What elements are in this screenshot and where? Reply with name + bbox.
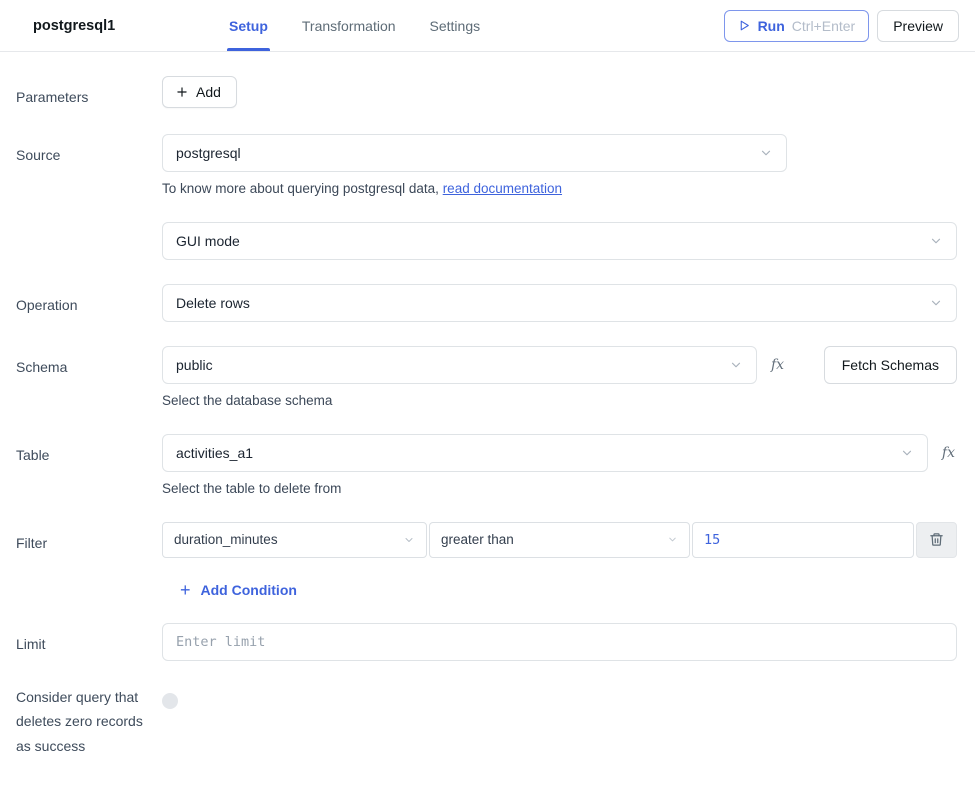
add-parameter-button[interactable]: Add [162,76,237,108]
trash-icon [929,532,944,547]
source-helper-text: To know more about querying postgresql d… [162,181,957,196]
schema-label: Schema [16,346,162,408]
operation-select[interactable]: Delete rows [162,284,957,322]
tab-bar: Setup Transformation Settings [229,0,480,51]
parameters-row: Parameters Add [16,76,957,110]
source-selected-value: postgresql [176,145,241,161]
query-setup-form: Parameters Add Source postgresql To know… [0,52,975,759]
tab-setup[interactable]: Setup [229,0,268,51]
tab-transformation[interactable]: Transformation [302,0,396,51]
run-label: Run [758,18,785,34]
query-header: postgresql1 Setup Transformation Setting… [0,0,975,52]
run-shortcut: Ctrl+Enter [792,18,855,34]
table-label: Table [16,434,162,496]
filter-row: Filter duration_minutes greater than [16,522,957,599]
chevron-down-icon [667,534,678,545]
query-title: postgresql1 [33,18,229,34]
play-icon [738,19,751,32]
schema-row: Schema public fx Fetch Schemas Select th… [16,346,957,408]
fx-toggle-table[interactable]: fx [928,445,957,461]
chevron-down-icon [729,358,743,372]
source-row: Source postgresql To know more about que… [16,134,957,196]
chevron-down-icon [900,446,914,460]
filter-operator-value: greater than [441,532,514,547]
filter-column-value: duration_minutes [174,532,278,547]
delete-condition-button[interactable] [916,522,957,558]
add-condition-button[interactable]: + Add Condition [180,581,297,599]
chevron-down-icon [759,146,773,160]
run-button[interactable]: Run Ctrl+Enter [724,10,870,42]
limit-label: Limit [16,623,162,661]
schema-select[interactable]: public [162,346,757,384]
add-parameter-label: Add [196,84,221,100]
parameters-label: Parameters [16,76,162,110]
operation-row: Operation Delete rows [16,284,957,322]
mode-select[interactable]: GUI mode [162,222,957,260]
table-row: Table activities_a1 fx Select the table … [16,434,957,496]
schema-helper-text: Select the database schema [162,393,957,408]
filter-label: Filter [16,522,162,599]
zero-success-toggle[interactable] [162,693,178,709]
source-label: Source [16,134,162,196]
mode-selected-value: GUI mode [176,233,240,249]
limit-input[interactable] [162,623,957,661]
zero-success-label: Consider query that deletes zero records… [16,685,162,760]
source-select[interactable]: postgresql [162,134,787,172]
read-documentation-link[interactable]: read documentation [443,181,562,196]
schema-selected-value: public [176,357,213,373]
chevron-down-icon [929,296,943,310]
fetch-schemas-button[interactable]: Fetch Schemas [824,346,957,384]
source-helper-prefix: To know more about querying postgresql d… [162,181,439,196]
filter-column-select[interactable]: duration_minutes [162,522,427,558]
add-condition-label: Add Condition [201,582,297,598]
mode-row: GUI mode [16,222,957,260]
chevron-down-icon [929,234,943,248]
filter-value-input[interactable] [692,522,914,558]
mode-label-spacer [16,222,162,260]
tab-settings[interactable]: Settings [430,0,481,51]
table-selected-value: activities_a1 [176,445,253,461]
table-helper-text: Select the table to delete from [162,481,957,496]
fx-toggle-schema[interactable]: fx [757,357,798,373]
table-select[interactable]: activities_a1 [162,434,928,472]
preview-button[interactable]: Preview [877,10,959,42]
chevron-down-icon [403,534,415,546]
plus-icon: + [180,581,191,599]
plus-icon [175,85,189,99]
limit-row: Limit [16,623,957,661]
filter-operator-select[interactable]: greater than [429,522,690,558]
operation-label: Operation [16,284,162,322]
operation-selected-value: Delete rows [176,295,250,311]
header-actions: Run Ctrl+Enter Preview [724,10,959,42]
zero-success-row: Consider query that deletes zero records… [16,685,957,760]
